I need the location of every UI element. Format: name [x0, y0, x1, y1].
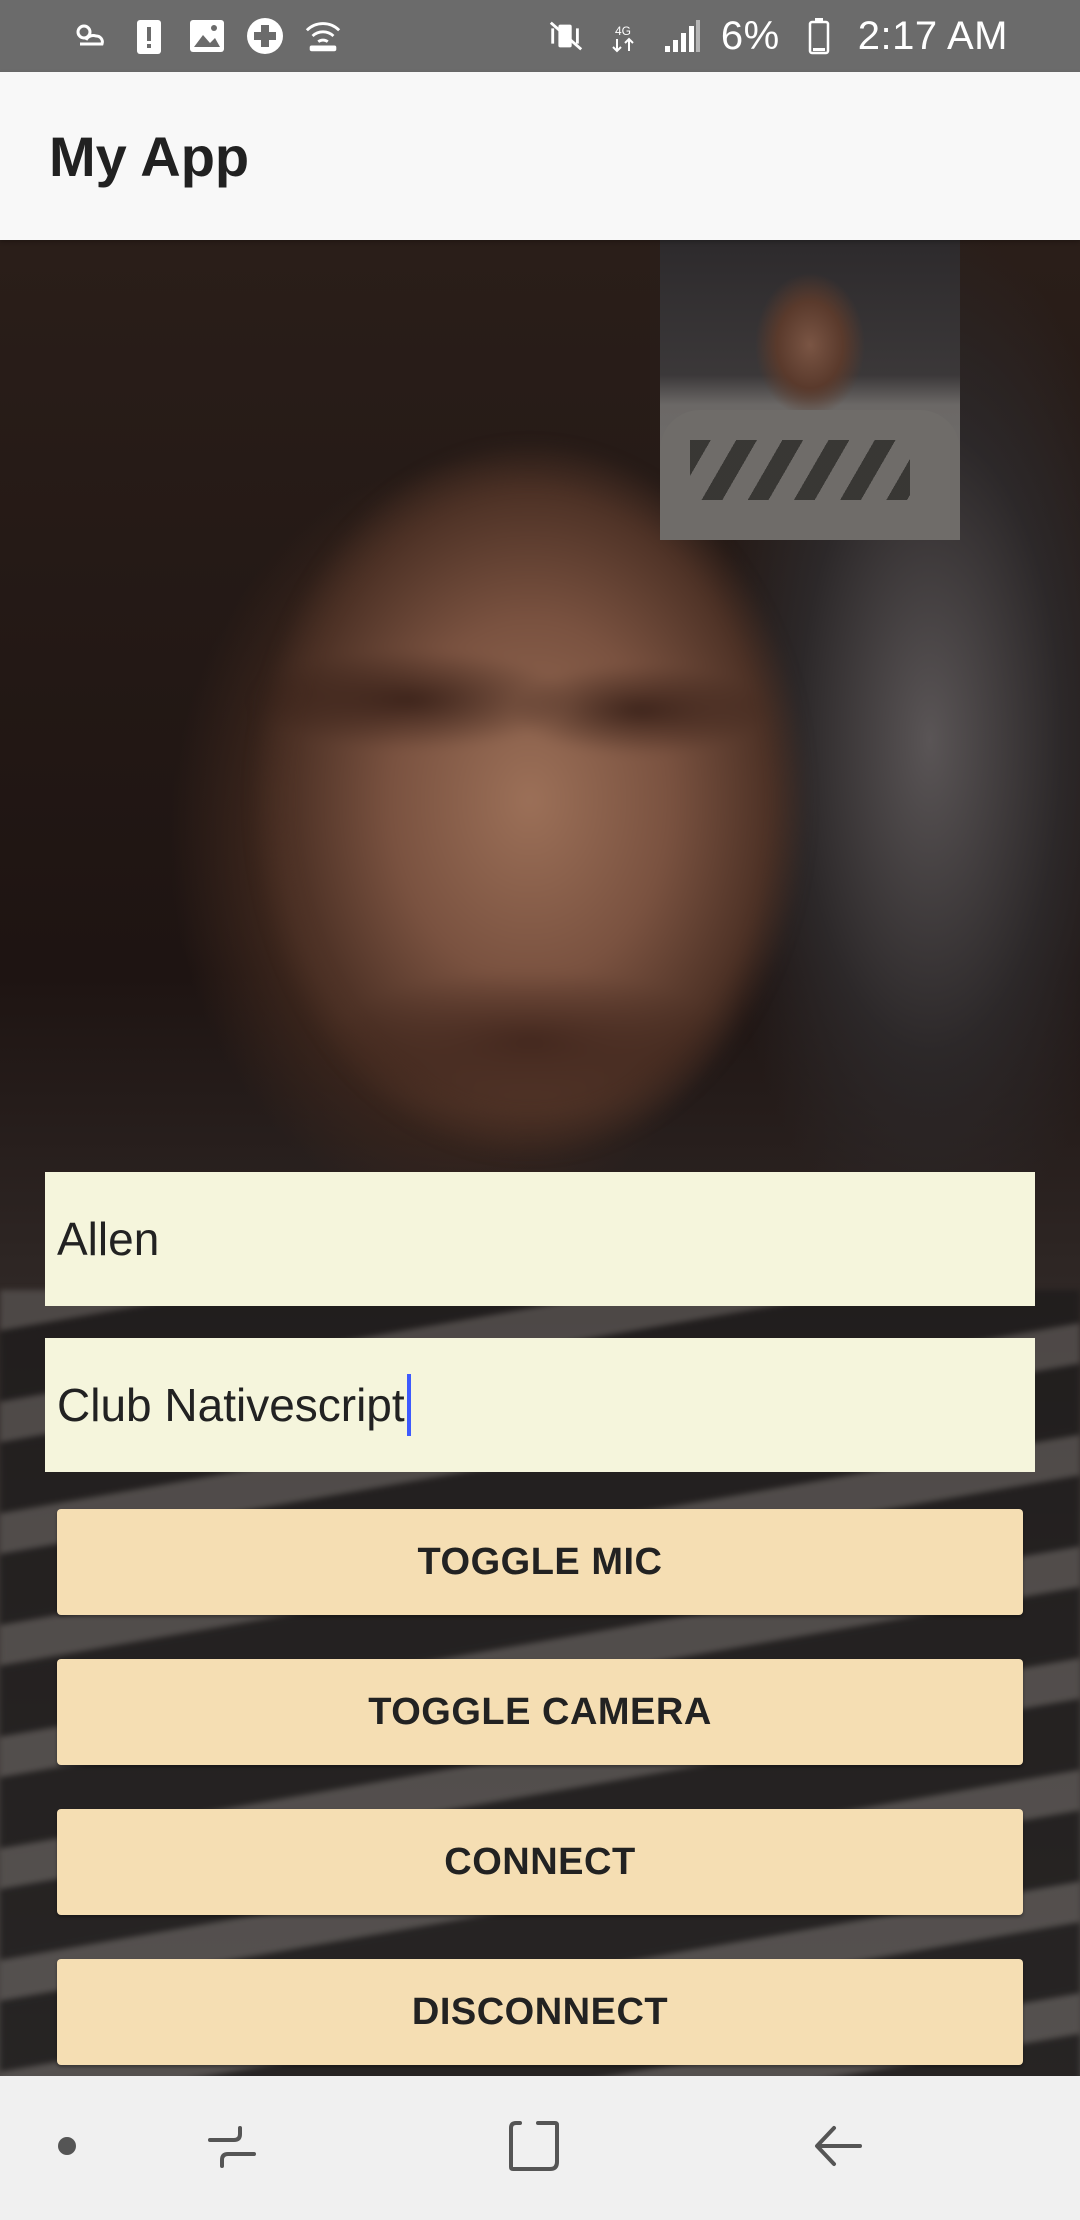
name-field[interactable]: Allen [45, 1172, 1035, 1306]
toggle-camera-button[interactable]: TOGGLE CAMERA [57, 1659, 1023, 1765]
nav-dot-button[interactable] [27, 2076, 107, 2220]
lte-data-icon: 4G [605, 16, 643, 56]
navigation-bar [0, 2076, 1080, 2220]
app-screen: 4G 6% 2:17 AM My App Allen Club Nativesc… [0, 0, 1080, 2220]
app-title: My App [49, 124, 250, 188]
name-field-value: Allen [57, 1213, 160, 1265]
connect-button[interactable]: CONNECT [57, 1809, 1023, 1915]
battery-percent: 6% [720, 13, 780, 58]
local-video-shirt-print [690, 440, 910, 500]
home-button[interactable] [474, 2076, 594, 2220]
svg-text:4G: 4G [615, 24, 631, 38]
action-bar: My App [0, 72, 1080, 240]
text-cursor [406, 1374, 411, 1436]
local-video-preview [660, 240, 960, 540]
status-bar: 4G 6% 2:17 AM [0, 0, 1080, 72]
dot-icon [57, 2136, 77, 2161]
status-right-icons: 4G 6% 2:17 AM [547, 14, 1008, 59]
back-icon [812, 2120, 864, 2177]
status-left-icons [72, 16, 342, 56]
toggle-mic-button[interactable]: TOGGLE MIC [57, 1509, 1023, 1615]
vibrate-mute-icon [547, 16, 585, 56]
wifi-call-icon [304, 16, 342, 56]
back-button[interactable] [778, 2076, 898, 2220]
recents-button[interactable] [172, 2076, 292, 2220]
weather-icon [72, 16, 110, 56]
image-icon [188, 16, 226, 56]
signal-icon [663, 16, 701, 56]
alert-icon [130, 16, 168, 56]
health-icon [246, 16, 284, 56]
disconnect-button[interactable]: DISCONNECT [57, 1959, 1023, 2065]
home-icon [508, 2120, 560, 2177]
room-field-value: Club Nativescript [57, 1379, 405, 1431]
battery-icon [800, 16, 838, 56]
status-time: 2:17 AM [857, 13, 1008, 58]
room-field[interactable]: Club Nativescript [45, 1338, 1035, 1472]
recents-icon [206, 2120, 258, 2177]
